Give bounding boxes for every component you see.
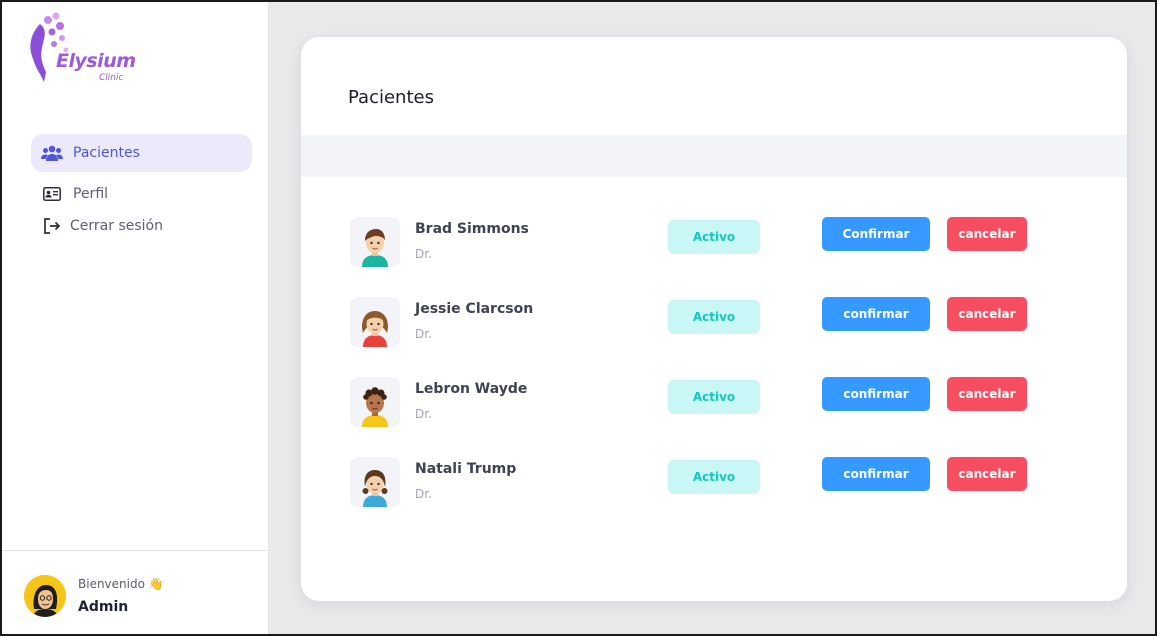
sidebar: Elysium Clinic Pacientes Perfil Cerrar s… xyxy=(2,2,269,634)
confirm-button[interactable]: confirmar xyxy=(822,377,930,411)
logo[interactable]: Elysium Clinic xyxy=(26,10,136,86)
table-row: Jessie Clarcson Dr. Activo confirmar can… xyxy=(301,297,1127,353)
confirm-button[interactable]: confirmar xyxy=(822,457,930,491)
sidebar-item-label: Perfil xyxy=(73,186,109,202)
status-badge: Activo xyxy=(668,220,760,254)
patient-name[interactable]: Natali Trump xyxy=(415,461,516,477)
page-title: Pacientes xyxy=(348,87,434,108)
welcome-text: Bienvenido 👋 xyxy=(78,577,164,591)
patient-avatar xyxy=(350,217,400,267)
patient-name[interactable]: Brad Simmons xyxy=(415,221,529,237)
sidebar-item-perfil[interactable]: Perfil xyxy=(31,178,252,210)
sidebar-item-label: Cerrar sesión xyxy=(70,218,163,234)
patient-avatar xyxy=(350,377,400,427)
cancel-button[interactable]: cancelar xyxy=(947,377,1027,411)
logout-icon xyxy=(41,217,63,235)
admin-avatar[interactable] xyxy=(24,575,66,617)
patient-avatar xyxy=(350,457,400,507)
cancel-button[interactable]: cancelar xyxy=(947,297,1027,331)
confirm-button[interactable]: Confirmar xyxy=(822,217,930,251)
table-row: Natali Trump Dr. Activo confirmar cancel… xyxy=(301,457,1127,513)
confirm-button[interactable]: confirmar xyxy=(822,297,930,331)
leaf-face-logo-icon xyxy=(30,12,69,82)
patient-role: Dr. xyxy=(415,327,432,341)
sidebar-item-cerrar-sesion[interactable]: Cerrar sesión xyxy=(31,210,252,242)
status-badge: Activo xyxy=(668,460,760,494)
status-badge: Activo xyxy=(668,380,760,414)
patient-name[interactable]: Jessie Clarcson xyxy=(415,301,533,317)
table-row: Lebron Wayde Dr. Activo confirmar cancel… xyxy=(301,377,1127,433)
app-frame: Elysium Clinic Pacientes Perfil Cerrar s… xyxy=(2,2,1155,634)
patient-name[interactable]: Lebron Wayde xyxy=(415,381,527,397)
id-card-icon xyxy=(41,185,63,203)
sidebar-item-pacientes[interactable]: Pacientes xyxy=(31,134,252,172)
user-name: Admin xyxy=(78,599,129,615)
users-icon xyxy=(41,144,63,162)
patient-avatar xyxy=(350,297,400,347)
cancel-button[interactable]: cancelar xyxy=(947,457,1027,491)
table-header xyxy=(301,135,1127,177)
logo-text: Elysium xyxy=(56,50,136,72)
logo-subtext: Clinic xyxy=(99,73,124,83)
sidebar-item-label: Pacientes xyxy=(73,145,140,161)
patient-role: Dr. xyxy=(415,407,432,421)
status-badge: Activo xyxy=(668,300,760,334)
cancel-button[interactable]: cancelar xyxy=(947,217,1027,251)
sidebar-nav: Pacientes Perfil Cerrar sesión xyxy=(31,134,252,242)
user-panel: Bienvenido 👋 Admin xyxy=(2,550,269,634)
table-row: Brad Simmons Dr. Activo Confirmar cancel… xyxy=(301,217,1127,273)
patient-role: Dr. xyxy=(415,247,432,261)
patients-card: Pacientes Brad Simmons Dr. Activo Confir… xyxy=(301,37,1127,601)
patient-role: Dr. xyxy=(415,487,432,501)
